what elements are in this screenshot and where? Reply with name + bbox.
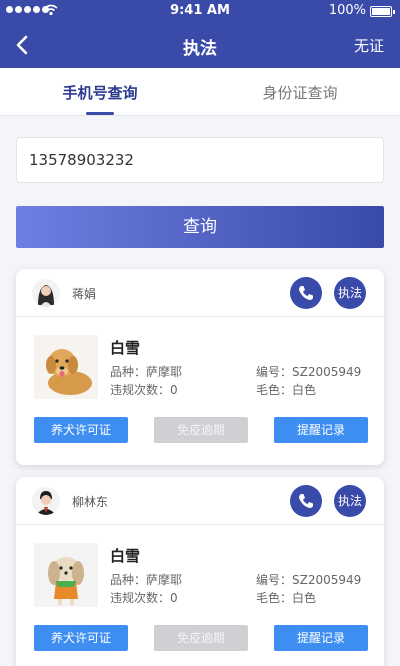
dog-license-button[interactable]: 养犬许可证 [34,417,128,443]
status-bar: 9:41 AM 100% [0,0,400,22]
pet-fur-color: 毛色：白色 [256,591,317,605]
pet-id: 编号：SZ2005949 [256,365,362,379]
pet-fur-color: 毛色：白色 [256,383,317,397]
owner-row: 柳林东 执法 [16,477,384,525]
enforce-button[interactable]: 执法 [334,277,366,309]
pet-violations: 违规次数：0 [110,591,178,605]
query-tabs: 手机号查询 身份证查询 [0,68,400,116]
battery-percent: 100% [328,3,366,18]
pet-breed: 品种：萨摩耶 [110,365,183,379]
tab-phone-query[interactable]: 手机号查询 [0,82,200,103]
pet-card: 蒋娟 执法 白雪 品种：萨摩耶 编号：SZ2005949 违规次数：0 毛色：白… [16,269,384,465]
call-button[interactable] [290,277,322,309]
phone-icon [299,494,313,508]
pet-breed: 品种：萨摩耶 [110,573,183,587]
query-button[interactable]: 查询 [16,206,384,248]
vaccine-overdue-button: 免疫逾期 [154,417,248,443]
battery-icon [370,6,395,17]
phone-icon [299,286,313,300]
nav-bar: 执法 无证 [0,22,400,68]
vaccine-overdue-button: 免疫逾期 [154,625,248,651]
call-button[interactable] [290,485,322,517]
reminder-record-button[interactable]: 提醒记录 [274,417,368,443]
pet-name: 白雪 [110,547,141,565]
owner-avatar [32,487,60,515]
phone-search-input[interactable]: 13578903232 [16,137,384,183]
pet-photo [34,543,98,607]
enforce-button[interactable]: 执法 [334,485,366,517]
owner-name: 蒋娟 [72,287,97,301]
unlicensed-button[interactable]: 无证 [354,35,384,56]
pet-card: 柳林东 执法 白雪 品种：萨摩耶 编号：SZ2005949 违规次数：0 毛色：… [16,477,384,666]
dog-license-button[interactable]: 养犬许可证 [34,625,128,651]
pet-name: 白雪 [110,339,141,357]
reminder-record-button[interactable]: 提醒记录 [274,625,368,651]
page-title: 执法 [183,39,217,59]
owner-name: 柳林东 [72,495,109,509]
tab-idcard-query[interactable]: 身份证查询 [200,82,400,103]
owner-row: 蒋娟 执法 [16,269,384,317]
owner-avatar [32,279,60,307]
pet-violations: 违规次数：0 [110,383,178,397]
tab-active-indicator [86,112,114,115]
pet-photo [34,335,98,399]
pet-id: 编号：SZ2005949 [256,573,362,587]
